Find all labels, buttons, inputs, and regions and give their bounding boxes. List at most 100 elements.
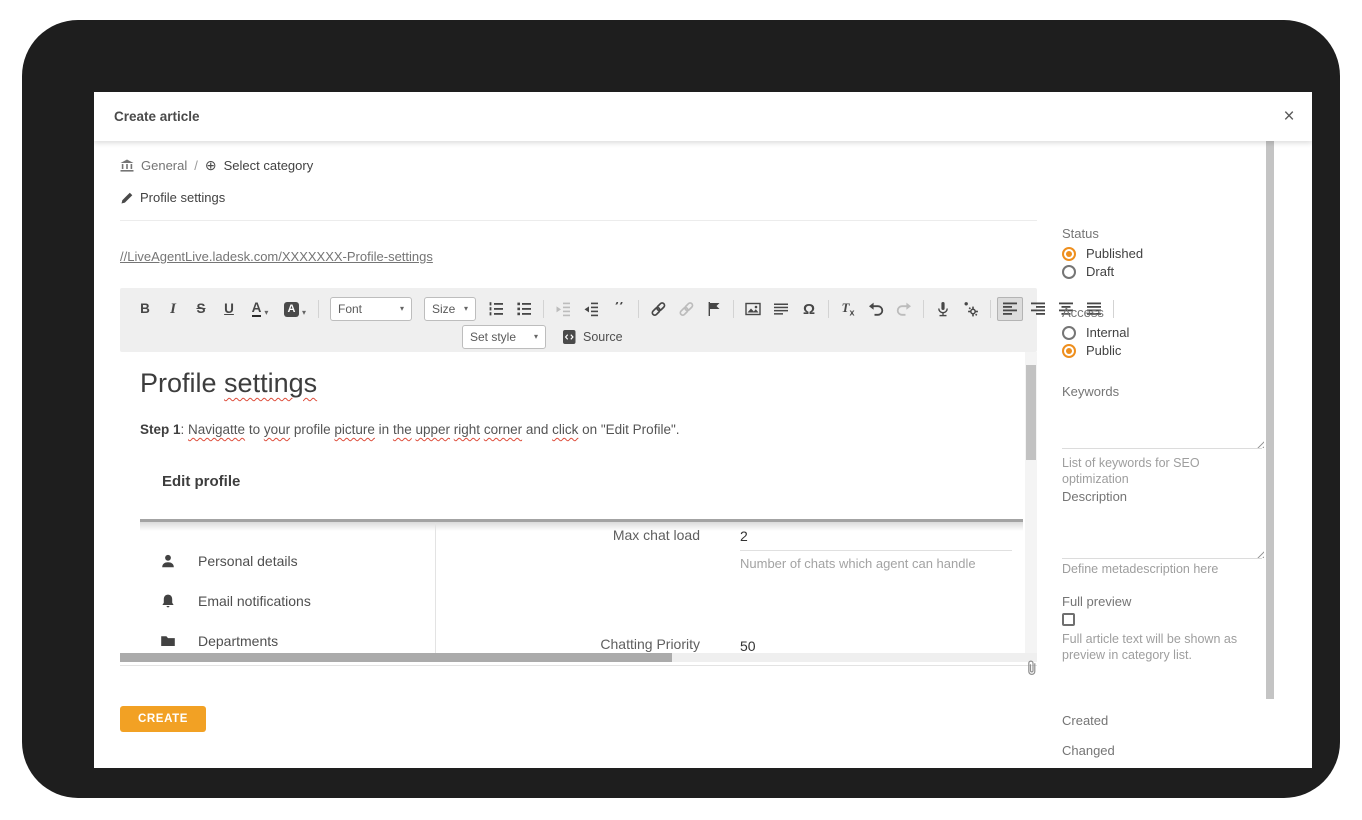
field-value: 2: [740, 528, 748, 544]
screenshot-menu-departments: Departments: [160, 633, 278, 649]
radio-published[interactable]: Published: [1062, 246, 1143, 261]
description-input[interactable]: [1062, 509, 1262, 559]
folder-icon: [160, 633, 176, 649]
font-dropdown[interactable]: Font▾: [330, 297, 412, 321]
gear-icon: [963, 301, 980, 318]
menu-item-label: Personal details: [198, 553, 298, 569]
access-label: Access: [1062, 305, 1104, 320]
created-label: Created: [1062, 713, 1108, 728]
editor-content-area[interactable]: Profile settings Step 1: Navigatte to yo…: [120, 352, 1037, 653]
embedded-screenshot[interactable]: Edit profile Personal details Email noti…: [140, 457, 1023, 653]
misspelled-word: upper: [415, 422, 450, 437]
horizontal-line-button[interactable]: [768, 297, 794, 321]
description-label: Description: [1062, 489, 1127, 504]
article-url-link[interactable]: //LiveAgentLive.ladesk.com/XXXXXXX-Profi…: [120, 249, 433, 264]
plus-circle-icon: ⊕: [205, 157, 217, 174]
article-heading: Profile settings: [140, 368, 317, 399]
unlink-button[interactable]: [673, 297, 699, 321]
align-right-button[interactable]: [1025, 297, 1051, 321]
misspelled-word: picture: [334, 422, 375, 437]
bold-button[interactable]: B: [132, 297, 158, 321]
editor-vertical-scrollbar[interactable]: [1025, 352, 1037, 653]
size-dropdown-label: Size: [432, 302, 455, 316]
device-frame: Create article × General / ⊕ Select cate…: [22, 20, 1340, 798]
outdent-button[interactable]: [550, 297, 576, 321]
radio-draft[interactable]: Draft: [1062, 264, 1114, 279]
indent-button[interactable]: [578, 297, 604, 321]
link-icon: [650, 301, 667, 317]
blockquote-button[interactable]: ”: [606, 297, 632, 321]
misspelled-word: click: [552, 422, 578, 437]
scrollbar-thumb[interactable]: [1266, 141, 1274, 699]
dialog-body: General / ⊕ Select category Profile sett…: [94, 141, 1312, 768]
link-button[interactable]: [645, 297, 671, 321]
scrollbar-thumb[interactable]: [1026, 365, 1036, 460]
field-underline: [740, 550, 1012, 551]
screenshot-menu-email-notifications: Email notifications: [160, 593, 311, 609]
chevron-down-icon: ▾: [400, 305, 404, 313]
field-helper: Number of chats which agent can handle: [740, 556, 1012, 571]
radio-internal[interactable]: Internal: [1062, 325, 1129, 340]
bulleted-list-button[interactable]: [511, 297, 537, 321]
full-preview-label: Full preview: [1062, 594, 1131, 609]
attachment-button[interactable]: [1025, 659, 1039, 677]
toolbar-row-1: B I S U A▾ A▾ Font▾ Siz: [120, 288, 1037, 322]
person-icon: [160, 553, 176, 569]
settings-sidebar: Status Published Draft Access Internal: [1062, 141, 1272, 768]
microphone-icon: [935, 301, 951, 317]
radio-public[interactable]: Public: [1062, 343, 1121, 358]
align-left-button[interactable]: [997, 297, 1023, 321]
field-value: 50: [740, 638, 756, 653]
align-right-icon: [1030, 301, 1046, 317]
toolbar-separator: [828, 300, 829, 318]
spellcheck-settings-button[interactable]: [958, 297, 984, 321]
remove-format-button[interactable]: Tx: [835, 297, 861, 321]
text-color-icon: A: [252, 301, 262, 318]
blockquote-icon: ”: [614, 302, 625, 316]
divider: [120, 220, 1037, 221]
bell-icon: [160, 593, 176, 609]
radio-label: Draft: [1086, 264, 1114, 279]
background-color-button[interactable]: A▾: [278, 297, 312, 321]
scrollbar-thumb[interactable]: [120, 653, 672, 662]
pencil-icon: [120, 191, 133, 204]
italic-button[interactable]: I: [160, 297, 186, 321]
keywords-input[interactable]: [1062, 404, 1262, 449]
special-character-button[interactable]: Ω: [796, 297, 822, 321]
dialog-title: Create article: [114, 92, 200, 141]
article-title-row[interactable]: Profile settings: [120, 190, 225, 205]
create-button[interactable]: CREATE: [120, 706, 206, 732]
underline-button[interactable]: U: [216, 297, 242, 321]
numbered-list-button[interactable]: [483, 297, 509, 321]
redo-button[interactable]: [891, 297, 917, 321]
full-preview-checkbox[interactable]: [1062, 613, 1075, 626]
text-color-button[interactable]: A▾: [244, 297, 276, 321]
image-icon: [745, 301, 761, 317]
anchor-flag-button[interactable]: [701, 297, 727, 321]
set-style-label: Set style: [470, 330, 516, 344]
radio-unselected-icon: [1062, 265, 1076, 279]
select-category-link[interactable]: Select category: [224, 158, 314, 173]
dictation-button[interactable]: [930, 297, 956, 321]
breadcrumb-category[interactable]: General: [141, 158, 187, 173]
divider: [120, 665, 1037, 666]
misspelled-word: right: [454, 422, 480, 437]
undo-button[interactable]: [863, 297, 889, 321]
source-button[interactable]: Source: [562, 329, 623, 345]
size-dropdown[interactable]: Size▾: [424, 297, 476, 321]
changed-label: Changed: [1062, 743, 1115, 758]
set-style-dropdown[interactable]: Set style▾: [462, 325, 546, 349]
screenshot-title: Edit profile: [162, 473, 240, 490]
insert-image-button[interactable]: [740, 297, 766, 321]
paperclip-icon: [1025, 659, 1039, 677]
editor-horizontal-scrollbar[interactable]: [120, 653, 1037, 662]
breadcrumb-separator: /: [194, 158, 198, 173]
article-title: Profile settings: [140, 190, 225, 205]
close-button[interactable]: ×: [1274, 102, 1304, 132]
breadcrumb: General / ⊕ Select category: [120, 157, 313, 174]
misspelled-word: your: [264, 422, 290, 437]
full-preview-helper: Full article text will be shown as previ…: [1062, 631, 1267, 663]
sidebar-scrollbar[interactable]: [1266, 141, 1274, 699]
menu-item-label: Email notifications: [198, 593, 311, 609]
strikethrough-button[interactable]: S: [188, 297, 214, 321]
